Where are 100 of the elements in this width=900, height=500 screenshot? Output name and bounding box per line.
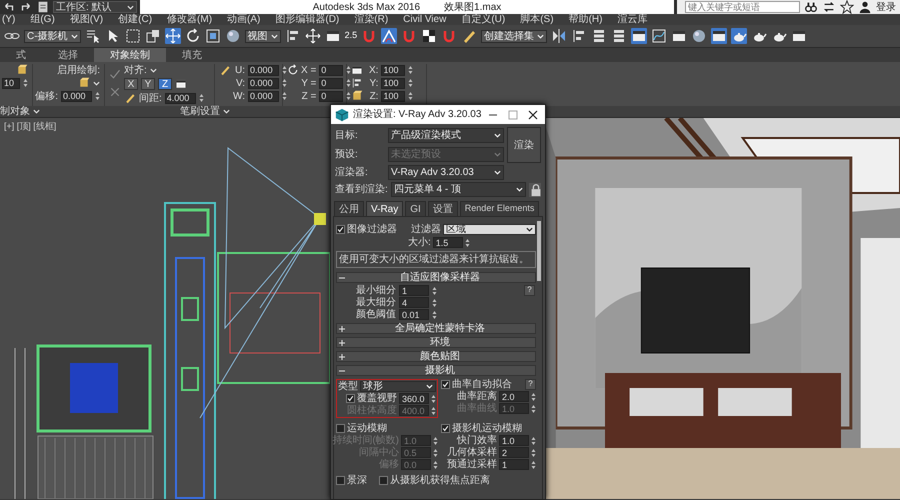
ribbon-tab[interactable]: 选择 [42, 48, 94, 62]
lock-button[interactable] [529, 182, 541, 196]
number-field[interactable]: 0.000 [248, 78, 280, 88]
checkbox[interactable] [441, 380, 450, 389]
number-field[interactable]: 0.000 [248, 64, 280, 76]
number-field[interactable]: 0 [319, 64, 344, 76]
spinner-icon[interactable] [346, 65, 352, 75]
pencil-icon[interactable] [461, 28, 478, 44]
spinner-icon[interactable] [531, 448, 536, 458]
spinner-icon[interactable] [432, 298, 437, 308]
mirror-icon[interactable] [551, 28, 568, 44]
window-icon[interactable] [671, 28, 688, 44]
search-field[interactable]: 键入关键字或短语 [685, 1, 800, 13]
camera-type-dropdown[interactable]: 球形 [360, 381, 436, 392]
render-button[interactable]: 渲染 [507, 127, 541, 163]
scale-icon[interactable] [204, 28, 221, 44]
panel-footer-label[interactable]: 笔刷设置 [180, 106, 220, 117]
menu-item[interactable]: Civil View [403, 14, 446, 25]
menu-item[interactable]: 组(G) [30, 14, 55, 25]
menu-item[interactable]: 渲染(R) [354, 14, 388, 25]
rollout-header[interactable]: 环境 [336, 337, 536, 348]
number-field[interactable]: 4 [399, 297, 429, 308]
window-icon[interactable] [631, 28, 648, 44]
number-field[interactable]: 2.0 [499, 391, 529, 402]
spinner-icon[interactable] [198, 93, 204, 103]
move-icon[interactable] [164, 28, 181, 44]
number-field[interactable]: 0 [319, 90, 344, 102]
tab[interactable]: V-Ray [366, 201, 404, 216]
window-icon[interactable] [324, 28, 341, 44]
dropdown[interactable]: C-摄影机 [24, 30, 81, 42]
spinner-icon[interactable] [408, 78, 414, 88]
spinner-icon[interactable] [432, 310, 437, 320]
spinner-icon[interactable] [433, 460, 438, 470]
number-field[interactable]: 1.5 [432, 237, 463, 248]
window-icon[interactable] [711, 28, 728, 44]
number-field[interactable]: 100 [381, 64, 406, 76]
spinner-icon[interactable] [433, 436, 438, 446]
spinner-icon[interactable] [531, 436, 536, 446]
spinner-icon[interactable] [432, 286, 437, 296]
scrollbar[interactable] [537, 221, 541, 281]
help-button[interactable]: ? [525, 379, 536, 390]
align-icon[interactable] [284, 28, 301, 44]
spinner-icon[interactable] [282, 78, 288, 88]
workspace-dropdown[interactable]: 工作区: 默认 [53, 1, 137, 13]
ribbon-tab[interactable]: 填充 [166, 48, 218, 62]
tab[interactable]: 公用 [334, 201, 364, 216]
menu-item[interactable]: 修改器(M) [167, 14, 212, 25]
rollout-header[interactable]: 颜色贴图 [336, 351, 536, 362]
graph-icon[interactable] [651, 28, 668, 44]
viewport-label[interactable]: [+] [顶] [线框] [4, 122, 56, 132]
window-icon[interactable] [791, 28, 808, 44]
checkbox[interactable] [441, 424, 450, 433]
number-field[interactable]: 0.000 [248, 90, 280, 102]
move-icon[interactable] [304, 28, 321, 44]
help-button[interactable]: ? [524, 285, 535, 296]
menu-item[interactable]: 创建(C) [118, 14, 152, 25]
angle-icon[interactable] [381, 28, 398, 44]
panel-footer-label[interactable]: 制对象 [0, 106, 30, 117]
number-field[interactable]: 100 [381, 90, 406, 102]
axis-button[interactable]: Y [141, 78, 155, 90]
number-field[interactable]: 1 [399, 285, 429, 296]
rollout-header[interactable]: 自适应图像采样器 [336, 272, 536, 283]
number-field[interactable]: 100 [381, 78, 406, 88]
sphere-icon[interactable] [224, 28, 241, 44]
menu-item[interactable]: 帮助(H) [568, 14, 602, 25]
number-field[interactable]: 360.0 [399, 393, 429, 404]
number-field[interactable]: 10 [2, 78, 20, 88]
filter-dropdown[interactable]: 区域 [443, 224, 536, 235]
tab[interactable]: Render Elements [460, 201, 540, 216]
menu-item[interactable]: (Y) [2, 14, 16, 25]
axis-button[interactable]: X [124, 78, 138, 90]
ribbon-tab[interactable]: 式 [0, 48, 42, 62]
spinner-icon[interactable] [282, 65, 288, 75]
tab[interactable]: 设置 [428, 201, 458, 216]
spinner-icon[interactable] [531, 460, 536, 470]
spinner-icon[interactable] [531, 404, 536, 414]
spinner-icon[interactable] [346, 78, 352, 88]
square-pair-icon[interactable] [144, 28, 161, 44]
menu-item[interactable]: 自定义(U) [461, 14, 506, 25]
number-field[interactable]: 2 [499, 447, 529, 458]
number-field[interactable]: 1 [499, 459, 529, 470]
checkbox[interactable] [379, 476, 388, 485]
spinner-icon[interactable] [531, 392, 536, 402]
spinner-icon[interactable] [408, 65, 414, 75]
dropdown[interactable]: 产品级渲染模式 [388, 128, 504, 143]
dropdown[interactable]: V-Ray Adv 3.20.03 [388, 165, 504, 180]
checkbox[interactable] [336, 225, 345, 234]
spinner-icon[interactable] [431, 394, 436, 404]
number-field[interactable]: 4.000 [164, 92, 196, 104]
menu-item[interactable]: 动画(A) [227, 14, 260, 25]
number-field[interactable]: 1.0 [499, 435, 529, 446]
spinner-icon[interactable] [431, 406, 436, 416]
spinner-icon[interactable] [282, 91, 288, 101]
sphere-icon[interactable] [691, 28, 708, 44]
dashed-square-icon[interactable] [124, 28, 141, 44]
axis-button[interactable]: Z [158, 78, 172, 90]
dropdown[interactable]: 四元菜单 4 - 顶 [390, 182, 526, 197]
spinner-icon[interactable] [433, 448, 438, 458]
spinner-icon[interactable] [95, 91, 100, 101]
dropdown[interactable]: 视图 [244, 30, 281, 42]
